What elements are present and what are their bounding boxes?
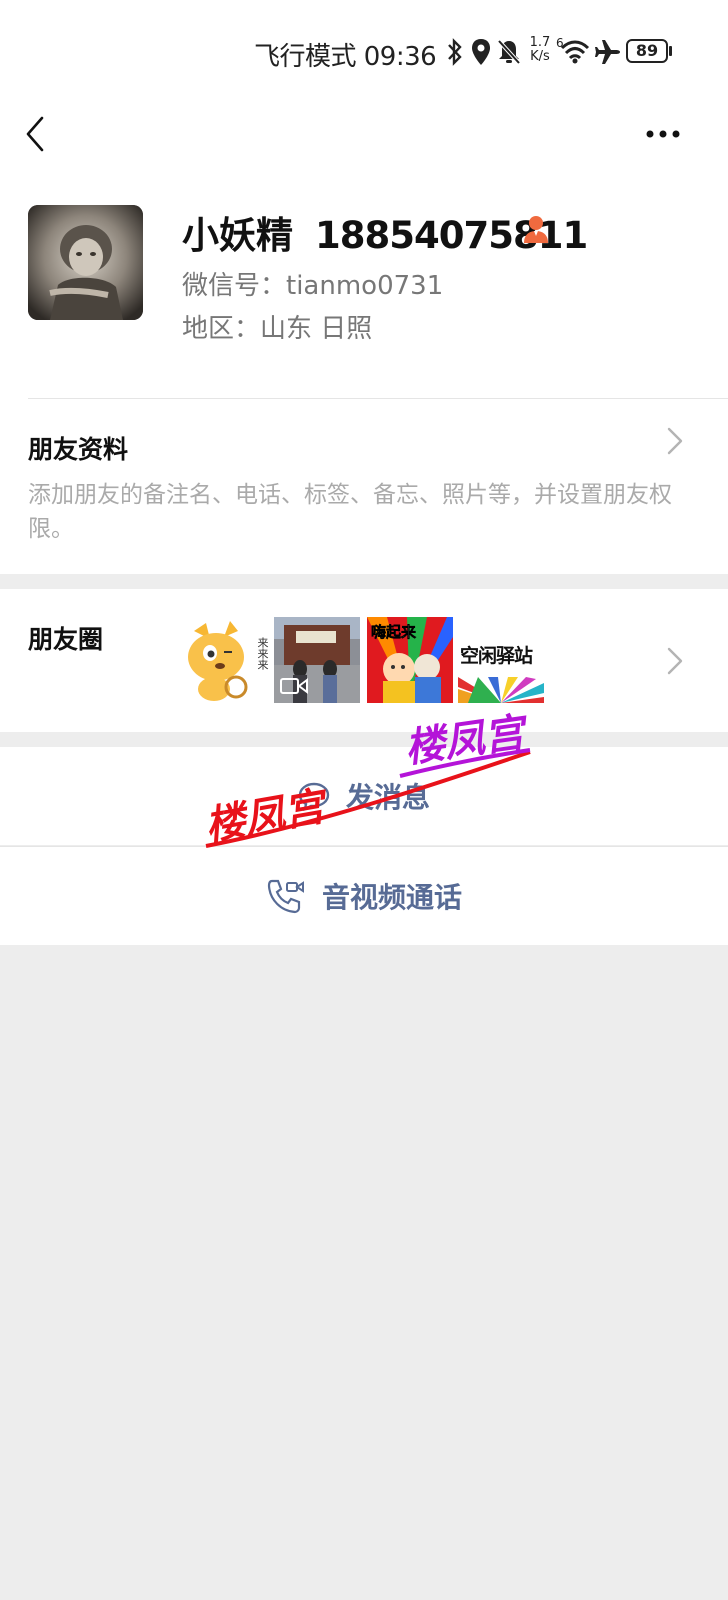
moments-thumb: 来来来 <box>186 617 272 703</box>
battery-icon: 89 <box>626 39 668 63</box>
chevron-left-icon <box>26 116 44 152</box>
friend-info-title: 朋友资料 <box>28 435 129 464</box>
av-call-button[interactable]: 音视频通话 <box>0 847 728 945</box>
wechat-id: 微信号：tianmo0731 <box>182 271 444 301</box>
more-dots-icon <box>646 130 680 138</box>
battery-tip <box>669 46 672 56</box>
moments-title: 朋友圈 <box>28 625 104 654</box>
divider <box>28 398 728 399</box>
thumb-caption: 空闲驿站 <box>460 645 533 667</box>
status-mode-time: 飞行模式 09:36 <box>254 42 437 72</box>
av-call-label: 音视频通话 <box>321 881 462 914</box>
bluetooth-icon <box>446 38 464 70</box>
chevron-right-icon <box>664 644 686 678</box>
avatar[interactable] <box>28 205 143 320</box>
moments-thumbnails: 来来来 嗨起来 空闲驿站 <box>186 617 548 704</box>
send-message-button[interactable]: 发消息 <box>0 747 728 845</box>
moments-thumb: 嗨起来 <box>367 617 453 703</box>
thumb-caption: 嗨起来 <box>371 623 417 642</box>
back-button[interactable] <box>20 112 60 156</box>
send-message-label: 发消息 <box>345 781 430 814</box>
chevron-right-icon <box>664 424 686 458</box>
location-icon <box>470 38 492 70</box>
contact-person-icon <box>522 214 550 248</box>
moments-thumb: 空闲驿站 <box>458 617 544 703</box>
contact-name: 小妖精 <box>182 214 293 257</box>
network-speed: 1.7 K/s <box>529 35 551 64</box>
thumb-caption: 来来来 <box>256 637 269 670</box>
wifi-icon <box>560 40 590 68</box>
more-button[interactable] <box>640 116 688 152</box>
airplane-icon <box>594 38 620 70</box>
moments-video-thumb[interactable] <box>274 617 360 703</box>
mute-bell-icon <box>497 38 521 70</box>
friend-info-description: 添加朋友的备注名、电话、标签、备忘、照片等，并设置朋友权限。 <box>28 482 672 542</box>
video-camera-icon <box>280 677 308 699</box>
region: 地区：山东 日照 <box>182 314 373 344</box>
video-call-icon <box>266 877 306 915</box>
